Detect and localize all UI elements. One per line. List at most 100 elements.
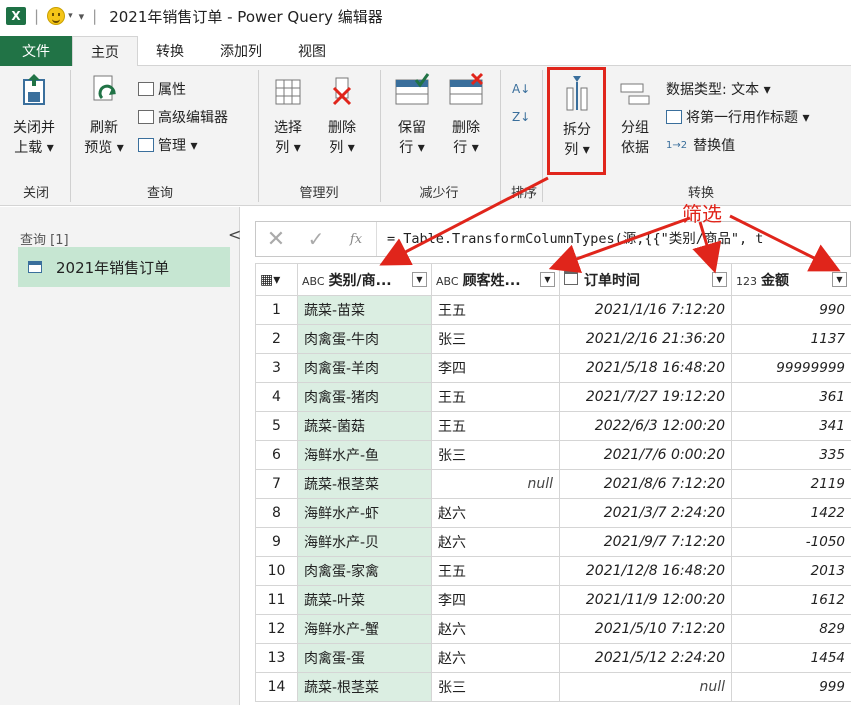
- column-header-customer[interactable]: ABC 顾客姓... ▼: [431, 263, 560, 296]
- row-number[interactable]: 7: [255, 469, 298, 499]
- cell-order-time[interactable]: 2021/11/9 12:00:20: [559, 585, 732, 615]
- text-type-icon[interactable]: ABC: [302, 275, 325, 288]
- cell-customer[interactable]: 赵六: [431, 643, 560, 673]
- cell-category[interactable]: 肉禽蛋-家禽: [297, 556, 432, 586]
- cell-order-time[interactable]: 2021/5/10 7:12:20: [559, 614, 732, 644]
- chevron-down-icon[interactable]: ▾: [68, 11, 73, 21]
- cell-amount[interactable]: 1137: [731, 324, 851, 354]
- advanced-editor-button[interactable]: 高级编辑器: [138, 106, 228, 128]
- filter-dropdown-icon[interactable]: ▼: [832, 272, 847, 287]
- cell-category[interactable]: 蔬菜-根茎菜: [297, 672, 432, 702]
- cell-category[interactable]: 海鲜水产-虾: [297, 498, 432, 528]
- use-first-row-as-headers-button[interactable]: 将第一行用作标题 ▾: [666, 106, 809, 128]
- cell-order-time[interactable]: 2021/1/16 7:12:20: [559, 295, 732, 325]
- datetime-type-icon[interactable]: [564, 270, 578, 285]
- row-number[interactable]: 3: [255, 353, 298, 383]
- row-number[interactable]: 5: [255, 411, 298, 441]
- cell-customer[interactable]: 王五: [431, 411, 560, 441]
- text-type-icon[interactable]: ABC: [436, 275, 459, 288]
- data-type-dropdown[interactable]: 数据类型: 文本 ▾: [666, 78, 771, 100]
- choose-columns-button[interactable]: 选择 列 ▾: [264, 72, 312, 158]
- filter-dropdown-icon[interactable]: ▼: [412, 272, 427, 287]
- formula-input[interactable]: = Table.TransformColumnTypes(源,{{"类别/商品"…: [376, 222, 850, 256]
- table-row[interactable]: 3 肉禽蛋-羊肉 李四 2021/5/18 16:48:20 99999999: [255, 353, 851, 383]
- cell-customer[interactable]: 王五: [431, 295, 560, 325]
- row-number[interactable]: 4: [255, 382, 298, 412]
- cell-category[interactable]: 肉禽蛋-羊肉: [297, 353, 432, 383]
- sort-descending-icon[interactable]: Z↓: [512, 106, 530, 128]
- table-row[interactable]: 4 肉禽蛋-猪肉 王五 2021/7/27 19:12:20 361: [255, 382, 851, 412]
- row-number[interactable]: 11: [255, 585, 298, 615]
- row-number[interactable]: 10: [255, 556, 298, 586]
- confirm-formula-icon[interactable]: ✓: [296, 227, 336, 251]
- table-row[interactable]: 14 蔬菜-根茎菜 张三 null 999: [255, 672, 851, 702]
- table-row[interactable]: 12 海鲜水产-蟹 赵六 2021/5/10 7:12:20 829: [255, 614, 851, 644]
- close-load-button[interactable]: 关闭并 上载 ▾: [6, 72, 62, 158]
- table-row[interactable]: 10 肉禽蛋-家禽 王五 2021/12/8 16:48:20 2013: [255, 556, 851, 586]
- cell-order-time[interactable]: 2021/3/7 2:24:20: [559, 498, 732, 528]
- column-header-amount[interactable]: 123 金额 ▼: [731, 263, 851, 296]
- number-type-icon[interactable]: 123: [736, 275, 757, 288]
- cell-customer[interactable]: 李四: [431, 353, 560, 383]
- remove-columns-button[interactable]: 删除 列 ▾: [318, 72, 366, 158]
- cancel-formula-icon[interactable]: ✕: [256, 227, 296, 252]
- column-header-category[interactable]: ABC 类别/商... ▼: [297, 263, 432, 296]
- sort-ascending-icon[interactable]: A↓: [512, 78, 530, 100]
- cell-amount[interactable]: -1050: [731, 527, 851, 557]
- properties-button[interactable]: 属性: [138, 78, 186, 100]
- cell-amount[interactable]: 990: [731, 295, 851, 325]
- table-row[interactable]: 2 肉禽蛋-牛肉 张三 2021/2/16 21:36:20 1137: [255, 324, 851, 354]
- row-number[interactable]: 2: [255, 324, 298, 354]
- cell-order-time[interactable]: 2021/5/18 16:48:20: [559, 353, 732, 383]
- filter-dropdown-icon[interactable]: ▼: [712, 272, 727, 287]
- cell-amount[interactable]: 335: [731, 440, 851, 470]
- row-number[interactable]: 1: [255, 295, 298, 325]
- cell-amount[interactable]: 1612: [731, 585, 851, 615]
- cell-amount[interactable]: 1422: [731, 498, 851, 528]
- cell-category[interactable]: 海鲜水产-贝: [297, 527, 432, 557]
- cell-amount[interactable]: 361: [731, 382, 851, 412]
- collapse-pane-icon[interactable]: <: [228, 225, 241, 244]
- row-number[interactable]: 9: [255, 527, 298, 557]
- table-row[interactable]: 8 海鲜水产-虾 赵六 2021/3/7 2:24:20 1422: [255, 498, 851, 528]
- cell-order-time[interactable]: 2022/6/3 12:00:20: [559, 411, 732, 441]
- cell-customer[interactable]: 张三: [431, 324, 560, 354]
- quick-access-customize-icon[interactable]: ▾: [79, 10, 85, 23]
- fx-icon[interactable]: fx: [336, 232, 376, 247]
- table-row[interactable]: 11 蔬菜-叶菜 李四 2021/11/9 12:00:20 1612: [255, 585, 851, 615]
- cell-amount[interactable]: 829: [731, 614, 851, 644]
- cell-category[interactable]: 蔬菜-菌菇: [297, 411, 432, 441]
- cell-amount[interactable]: 2013: [731, 556, 851, 586]
- cell-category[interactable]: 肉禽蛋-猪肉: [297, 382, 432, 412]
- feedback-smiley-icon[interactable]: [47, 7, 66, 25]
- cell-category[interactable]: 肉禽蛋-蛋: [297, 643, 432, 673]
- cell-customer[interactable]: 张三: [431, 672, 560, 702]
- tab-home[interactable]: 主页: [72, 36, 138, 67]
- manage-button[interactable]: 管理 ▾: [138, 134, 197, 156]
- cell-category[interactable]: 蔬菜-叶菜: [297, 585, 432, 615]
- refresh-preview-button[interactable]: 刷新 预览 ▾: [78, 72, 130, 158]
- cell-order-time[interactable]: 2021/8/6 7:12:20: [559, 469, 732, 499]
- cell-amount[interactable]: 2119: [731, 469, 851, 499]
- tab-add-column[interactable]: 添加列: [202, 36, 280, 66]
- cell-amount[interactable]: 1454: [731, 643, 851, 673]
- keep-rows-button[interactable]: 保留 行 ▾: [388, 72, 436, 158]
- table-menu-icon[interactable]: ▦▾: [260, 272, 280, 288]
- cell-amount[interactable]: 99999999: [731, 353, 851, 383]
- group-by-button[interactable]: 分组 依据: [612, 72, 658, 158]
- tab-transform[interactable]: 转换: [138, 36, 202, 66]
- cell-category[interactable]: 蔬菜-苗菜: [297, 295, 432, 325]
- row-number[interactable]: 12: [255, 614, 298, 644]
- tab-view[interactable]: 视图: [280, 36, 344, 66]
- cell-category[interactable]: 海鲜水产-蟹: [297, 614, 432, 644]
- table-row[interactable]: 7 蔬菜-根茎菜 null 2021/8/6 7:12:20 2119: [255, 469, 851, 499]
- cell-order-time[interactable]: 2021/9/7 7:12:20: [559, 527, 732, 557]
- table-row[interactable]: 9 海鲜水产-贝 赵六 2021/9/7 7:12:20 -1050: [255, 527, 851, 557]
- row-number[interactable]: 6: [255, 440, 298, 470]
- cell-order-time[interactable]: 2021/12/8 16:48:20: [559, 556, 732, 586]
- cell-category[interactable]: 蔬菜-根茎菜: [297, 469, 432, 499]
- cell-customer[interactable]: 赵六: [431, 498, 560, 528]
- cell-category[interactable]: 肉禽蛋-牛肉: [297, 324, 432, 354]
- cell-customer[interactable]: 王五: [431, 382, 560, 412]
- replace-values-button[interactable]: 1→2 替换值: [666, 134, 735, 156]
